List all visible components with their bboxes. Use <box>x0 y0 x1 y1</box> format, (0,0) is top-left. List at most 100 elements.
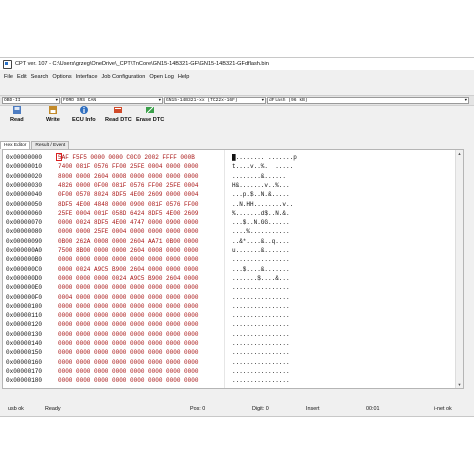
hex-row-address: 0x00000050 <box>6 200 43 208</box>
hex-row-address: 0x000000D0 <box>6 274 43 282</box>
status-bar: usb ok Ready Pos: 0 Digit: 0 Insert 00:0… <box>0 404 474 414</box>
menu-options[interactable]: Options <box>50 74 73 80</box>
ecu-info-button[interactable]: ECU Info <box>72 105 96 123</box>
hex-row-bytes[interactable]: 0B00 262A 0008 0000 2604 AA71 0B00 0000 <box>58 237 198 246</box>
hex-row-address: 0x00000150 <box>6 349 43 357</box>
hex-row-bytes[interactable]: 0000 0000 0000 0000 0000 0000 0000 0000 <box>58 320 198 329</box>
hex-cursor <box>56 153 62 161</box>
hex-row-ascii[interactable]: ................ <box>232 339 290 348</box>
chevron-down-icon: ▼ <box>55 99 58 103</box>
hex-row-bytes[interactable]: 0000 0000 0000 0000 0000 0000 0000 0000 <box>58 376 198 385</box>
chevron-down-icon: ▼ <box>158 99 161 103</box>
hex-row-ascii[interactable]: ................ <box>232 330 290 339</box>
hex-row-ascii[interactable]: ................ <box>232 320 290 329</box>
hex-row-bytes[interactable]: 8DF5 4E00 4848 0000 0900 081F 0576 FF00 <box>58 200 198 209</box>
part-select-value: GN15-14B321-xx (TC22x-16F) <box>166 98 238 103</box>
hex-row-bytes[interactable]: 0000 0000 0000 0000 0000 0000 0000 0000 <box>58 283 198 292</box>
app-icon <box>3 59 12 69</box>
hex-row-ascii[interactable]: ................ <box>232 367 290 376</box>
read-dtc-button-label: Read DTC <box>105 117 132 123</box>
tab-result-event[interactable]: Result / Event <box>31 141 70 149</box>
hex-row-ascii[interactable]: t....v..%. ..... <box>232 162 293 171</box>
read-button[interactable]: Read <box>10 105 24 123</box>
hex-row-ascii[interactable]: ....%........... <box>232 227 290 236</box>
interface-select[interactable]: OBD-II ▼ <box>2 97 60 104</box>
hex-row-bytes[interactable]: 0000 0000 0000 0000 0000 0000 0000 0000 <box>58 339 198 348</box>
read-icon <box>12 106 21 114</box>
hex-row-ascii[interactable]: ..N.HH........v.. <box>232 200 293 209</box>
hex-row-bytes[interactable]: 0000 0024 8DF5 4E00 4747 0000 0900 0000 <box>58 218 198 227</box>
hex-editor[interactable]: ▲ ▼ 0x00000000 5AF F5F5 0000 0000 C0C0 20… <box>2 149 464 389</box>
write-button[interactable]: Write <box>46 105 60 123</box>
hex-row-bytes[interactable]: 0000 0000 0000 0000 0000 0000 0000 0000 <box>58 367 198 376</box>
scroll-up-icon[interactable]: ▲ <box>456 150 463 157</box>
menu-interface[interactable]: Interface <box>74 74 100 80</box>
hex-row-address: 0x000000A0 <box>6 247 43 254</box>
hex-row-ascii[interactable]: ..&*....&..q.... <box>232 237 290 246</box>
hex-row-ascii[interactable]: ................ <box>232 348 290 357</box>
hex-row-bytes[interactable]: 25FE 0004 001F 058D 6424 8DF5 4E00 2609 <box>58 209 198 218</box>
hex-row-ascii[interactable]: ................ <box>232 283 290 292</box>
hex-row-address: 0x00000140 <box>6 340 43 347</box>
menu-job-configuration[interactable]: Job Configuration <box>99 74 147 80</box>
menu-open-log[interactable]: Open Log <box>147 74 176 80</box>
edit-mode: Insert <box>306 406 320 412</box>
part-select[interactable]: GN15-14B321-xx (TC22x-16F) ▼ <box>164 97 266 104</box>
hex-row-ascii[interactable]: ...$..N.GG...... <box>232 218 290 227</box>
hex-row-bytes[interactable]: 5AF F5F5 0000 0000 C0C0 2002 FFFF 000B <box>58 153 195 162</box>
hex-row-ascii[interactable]: ................ <box>232 311 290 320</box>
hex-row-bytes[interactable]: 7500 8B00 0000 0000 2604 0008 0000 0000 <box>58 246 198 255</box>
hex-row-address: 0x00000130 <box>6 330 43 338</box>
window-title: CPT ver. 107 - C:\Users\grzeg\OneDrive\_… <box>15 61 269 67</box>
hex-row-ascii[interactable]: ................ <box>232 302 290 311</box>
hex-row-ascii[interactable]: ...p.$..N.&..... <box>232 190 290 199</box>
hex-row-bytes[interactable]: 0000 0000 0000 0000 0000 0000 0000 0000 <box>58 311 198 320</box>
hex-row-ascii[interactable]: H&.......v..%... <box>232 181 290 190</box>
hex-row-bytes[interactable]: 0000 0000 0000 0000 0000 0000 0000 0000 <box>58 255 198 264</box>
tab-hex-editor[interactable]: Hex Editor <box>0 141 31 149</box>
hex-row-bytes[interactable]: 0000 0000 0000 0000 0000 0000 0000 0000 <box>58 330 198 339</box>
hex-row-bytes[interactable]: 0F00 0570 8024 8DF5 4E00 2609 0000 0004 <box>58 190 198 199</box>
hex-row-bytes[interactable]: 0000 0000 0000 0000 0000 0000 0000 0000 <box>58 348 198 357</box>
scroll-down-icon[interactable]: ▼ <box>456 381 463 388</box>
hex-row-bytes[interactable]: 0000 0024 A9C5 B900 2604 0000 0000 0000 <box>58 265 198 274</box>
hex-row-address: 0x00000080 <box>6 228 43 236</box>
vertical-scrollbar[interactable]: ▲ ▼ <box>455 150 463 388</box>
usb-status: usb ok <box>8 406 24 412</box>
hex-row-ascii[interactable]: ................ <box>232 376 290 385</box>
dtc-erase-icon <box>146 106 155 114</box>
hex-row-ascii[interactable]: .......$....&... <box>232 274 290 283</box>
interface-select-value: OBD-II <box>4 98 21 103</box>
read-button-label: Read <box>10 117 24 123</box>
hex-row-address: 0x00000180 <box>6 377 43 385</box>
hex-row-ascii[interactable]: ................ <box>232 358 290 367</box>
memory-select[interactable]: dFlash (96 kB) ▼ <box>267 97 469 104</box>
hex-row-ascii[interactable]: █........ .......p <box>232 153 297 162</box>
module-select[interactable]: FORD SRS CAN ▼ <box>61 97 163 104</box>
hex-row-ascii[interactable]: ................ <box>232 293 290 302</box>
elapsed-time: 00:01 <box>366 406 380 412</box>
memory-select-value: dFlash (96 kB) <box>269 98 308 103</box>
erase-dtc-button[interactable]: Erase DTC <box>136 105 164 123</box>
hex-row-ascii[interactable]: ................ <box>232 255 290 264</box>
menu-file[interactable]: File <box>2 74 15 80</box>
hex-row-ascii[interactable]: u.......&....... <box>232 246 290 255</box>
hex-row-ascii[interactable]: ........&...... <box>232 172 286 181</box>
hex-row-address: 0x000000C0 <box>6 265 43 273</box>
hex-row-bytes[interactable]: 7400 081F 0576 FF00 25FE 0004 0000 0000 <box>58 162 198 171</box>
hex-row-ascii[interactable]: %.......d$..N.&. <box>232 209 290 218</box>
read-dtc-button[interactable]: Read DTC <box>105 105 132 123</box>
menu-search[interactable]: Search <box>29 74 51 80</box>
hex-row-ascii[interactable]: ...$....&....... <box>232 265 290 274</box>
title-bar: CPT ver. 107 - C:\Users\grzeg\OneDrive\_… <box>0 58 474 70</box>
hex-row-bytes[interactable]: 0004 0000 0000 0000 0000 0000 0000 0000 <box>58 293 198 302</box>
hex-row-bytes[interactable]: 0000 0000 0000 0024 A9C5 B900 2604 0000 <box>58 274 198 283</box>
hex-row-bytes[interactable]: 4826 0000 0F00 081F 0576 FF00 25FE 0004 <box>58 181 198 190</box>
hex-row-bytes[interactable]: 0000 0000 0000 0000 0000 0000 0000 0000 <box>58 302 198 311</box>
menu-help[interactable]: Help <box>176 74 192 80</box>
hex-row-bytes[interactable]: 0000 0000 25FE 0004 0000 0000 0000 0000 <box>58 227 198 236</box>
hex-row-bytes[interactable]: 0000 0000 0000 0000 0000 0000 0000 0000 <box>58 358 198 367</box>
hex-row-address: 0x00000110 <box>6 312 43 320</box>
menu-edit[interactable]: Edit <box>15 74 29 80</box>
hex-row-bytes[interactable]: 8000 0000 2604 0008 0000 0000 0000 0000 <box>58 172 198 181</box>
